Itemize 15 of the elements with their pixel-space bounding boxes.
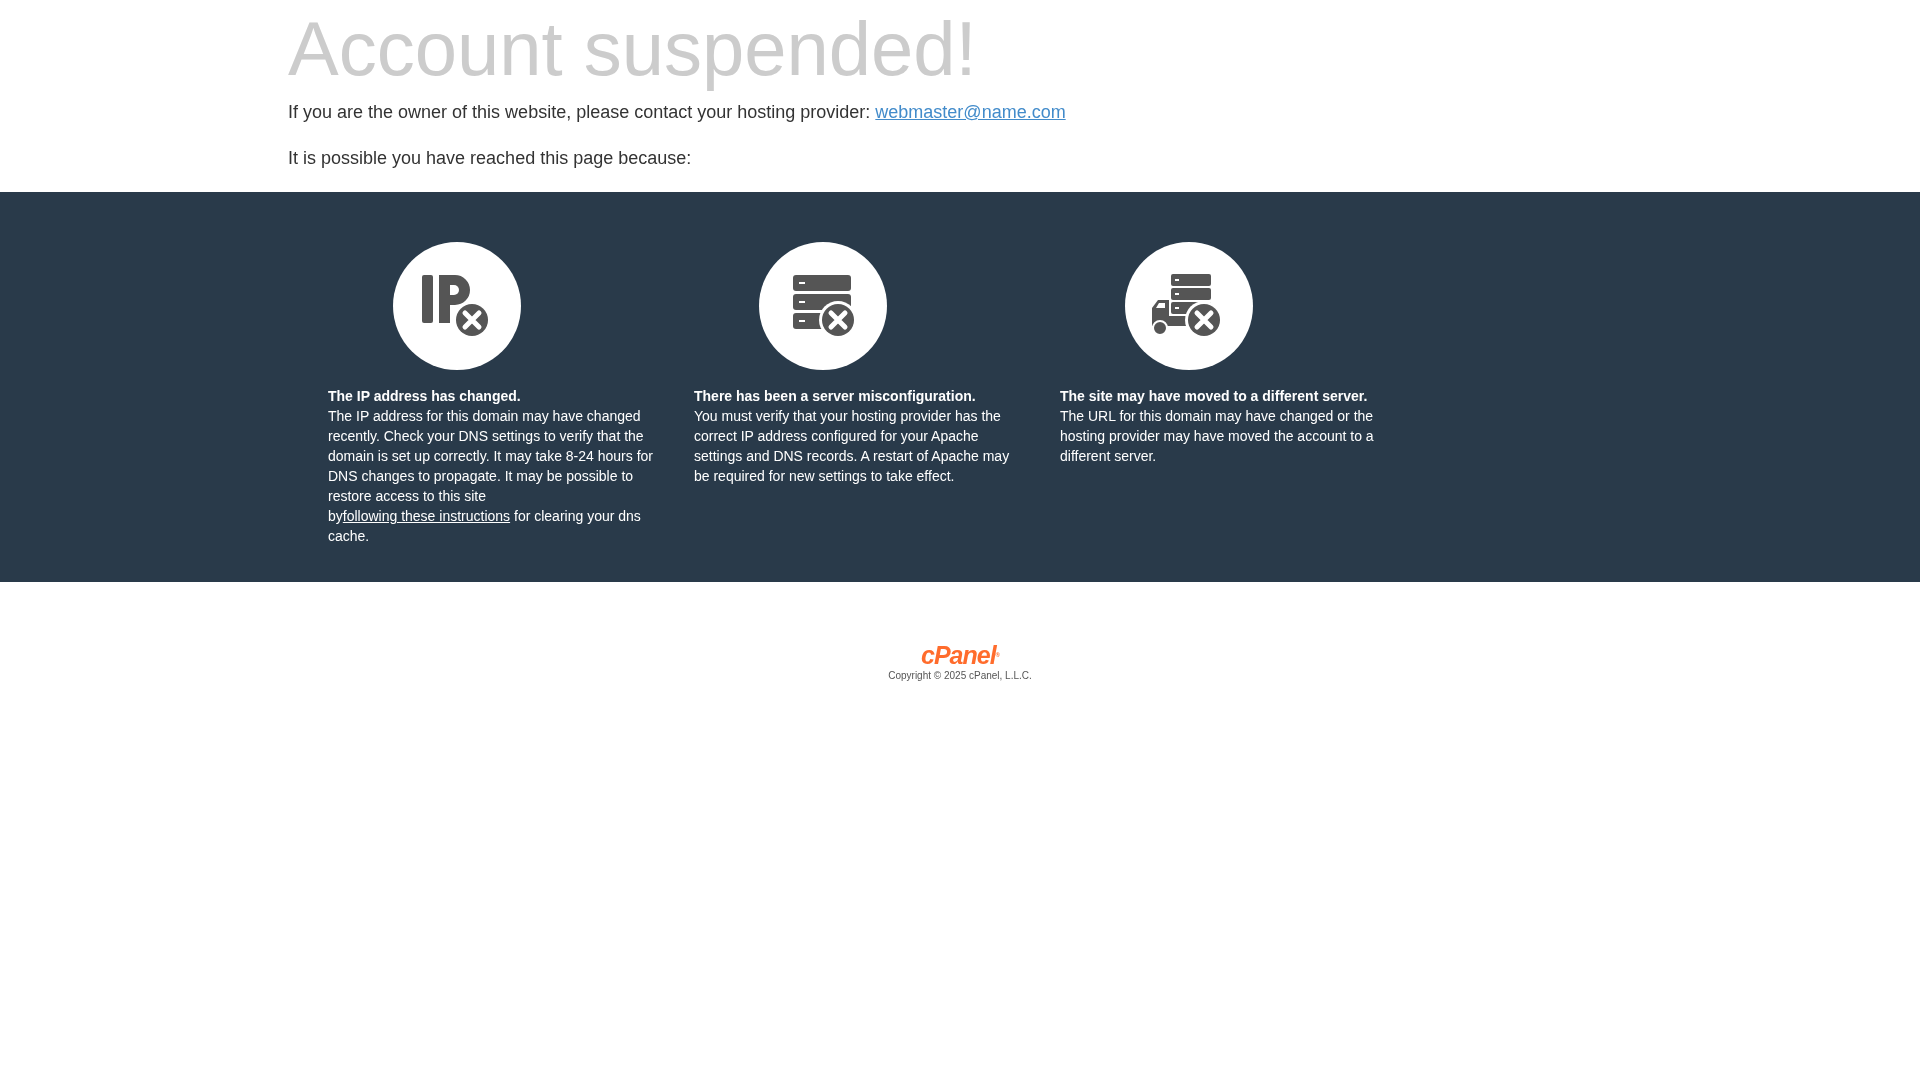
reason-heading: The IP address has changed. — [328, 387, 522, 406]
cpanel-logo: cPanel$^{®}$ — [921, 642, 999, 668]
server-error-icon — [759, 242, 887, 370]
reason-text: The IP address for this domain may have changed recently. Check your DNS settings to verify that the domain is set up correctly. It may take 8-24 hours for DNS changes to propagate. It may be possible to restore access to this site byfollowing these instructions for clearing your dns cache. — [328, 407, 654, 546]
reason-intro: It is possible you have reached this page because: — [288, 147, 693, 170]
reason-heading: The site may have moved to a different server. — [1060, 387, 1369, 406]
truck-server-error-icon — [1125, 242, 1253, 370]
instructions-link[interactable]: following these instructions — [342, 508, 511, 524]
reason-heading: There has been a server misconfiguration. — [694, 387, 977, 406]
contact-text: If you are the owner of this website, please contact your hosting provider: webmaster@name.com — [288, 101, 1067, 124]
copyright-text: Copyright © 2025 cPanel, L.L.C. — [888, 670, 1032, 681]
reason-text: The URL for this domain may have changed or the hosting provider may have moved the account to a different server. — [1060, 407, 1375, 466]
ip-error-icon — [393, 242, 521, 370]
reason-text: You must verify that your hosting provider has the correct IP address configured for your Apache settings and DNS records. A restart of Apache may be required for new settings to take effect. — [694, 407, 1011, 486]
email-link[interactable]: webmaster@name.com — [875, 102, 1066, 122]
